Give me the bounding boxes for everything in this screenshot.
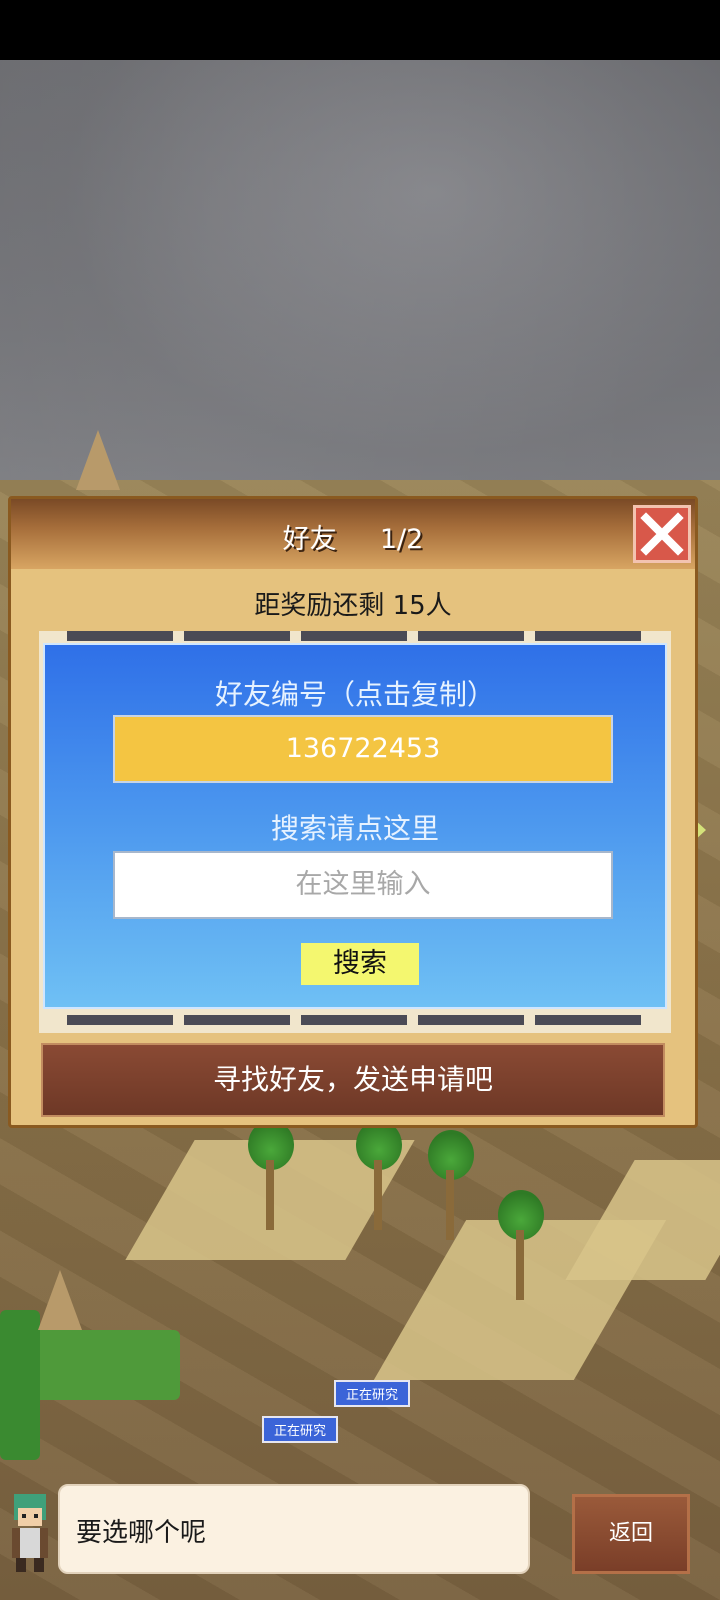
- reward-remaining-text: 距奖励还剩 15人: [254, 591, 452, 621]
- speech-text: 要选哪个呢: [76, 1518, 207, 1548]
- advisor-avatar: [12, 1494, 48, 1572]
- research-tag[interactable]: 正在研究: [262, 1416, 339, 1443]
- friend-id-panel: 好友编号（点击复制） 136722453 搜索请点这里 在这里输入 搜索: [43, 643, 667, 1009]
- tab-slots-top: [39, 631, 671, 641]
- palm-tree: [356, 1120, 402, 1240]
- find-friends-button[interactable]: 寻找好友，发送申请吧: [41, 1043, 665, 1117]
- palm-tree: [428, 1130, 474, 1250]
- research-tag[interactable]: 正在研究: [334, 1380, 411, 1407]
- mountain: [38, 1270, 82, 1330]
- friend-id-label: 好友编号（点击复制）: [214, 678, 495, 711]
- friend-id-copy-button[interactable]: 136722453: [113, 715, 613, 783]
- search-label: 搜索请点这里: [270, 812, 439, 845]
- palm-tree: [498, 1190, 544, 1310]
- speech-bubble: 要选哪个呢: [58, 1484, 530, 1574]
- palm-tree: [248, 1120, 294, 1240]
- close-button[interactable]: [633, 505, 691, 563]
- dialog-header: 好友 1/2: [11, 499, 695, 569]
- search-input[interactable]: 在这里输入: [113, 851, 613, 919]
- close-icon: [640, 512, 684, 556]
- dialog-title-label: 好友: [282, 524, 337, 555]
- dialog-title: 好友 1/2: [11, 517, 695, 556]
- status-bar: [0, 0, 720, 60]
- grass-field: [30, 1330, 180, 1400]
- mountain: [76, 430, 120, 490]
- friend-panel-frame: 好友编号（点击复制） 136722453 搜索请点这里 在这里输入 搜索: [39, 631, 671, 1033]
- friends-dialog: 好友 1/2 距奖励还剩 15人 好友编号（点击复制） 136722453 搜索…: [8, 496, 698, 1128]
- search-button[interactable]: 搜索: [301, 943, 419, 985]
- tree-cluster: [0, 1310, 40, 1460]
- back-button[interactable]: 返回: [572, 1494, 690, 1574]
- tab-slots-bottom: [39, 1015, 671, 1025]
- dialog-page-indicator: 1/2: [379, 524, 424, 555]
